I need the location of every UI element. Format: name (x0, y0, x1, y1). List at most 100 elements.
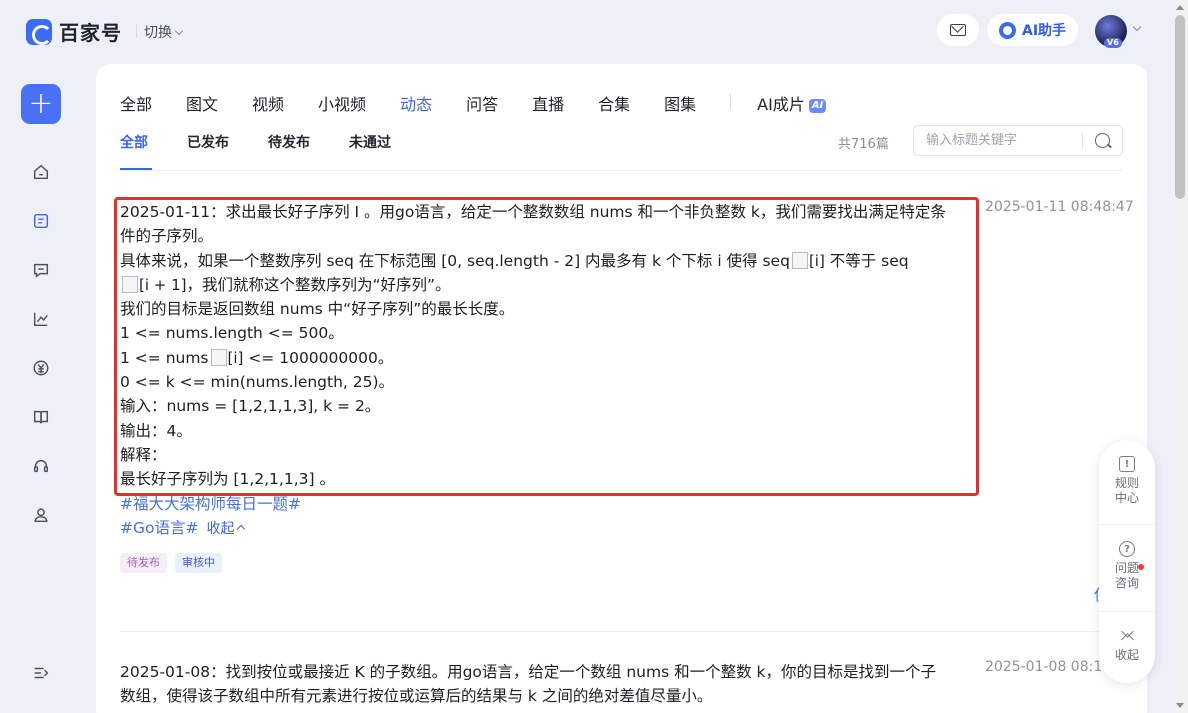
collapse-icon (1120, 628, 1134, 644)
post-line: [i + 1]，我们就称这个整数序列为“好序列”。 (120, 273, 980, 297)
hashtag-link[interactable]: #福大大架构师每日一题# (120, 492, 301, 516)
post-text: 不等于 seq (824, 251, 909, 270)
switch-label: 切换 (144, 25, 172, 41)
post-line: 2025-01-11：求出最长好子序列 I 。用go语言，给定一个整数数组 nu… (120, 203, 946, 221)
post-body[interactable]: 2025-01-08：找到按位或最接近 K 的子数组。用go语言，给定一个数组 … (120, 660, 980, 709)
ai-assistant-icon (999, 21, 1016, 39)
total-count: 共716篇 (838, 137, 889, 152)
tab-ai-video[interactable]: AI成片 AI (757, 91, 827, 115)
post-line: 数组，使得该子数组中所有元素进行按位或运算后的结果与 k 之间的绝对差值尽量小。 (120, 687, 713, 706)
create-button[interactable]: + (21, 84, 61, 124)
analytics-icon[interactable] (31, 309, 51, 329)
headset-icon[interactable] (31, 456, 51, 476)
subtab-all[interactable]: 全部 (120, 132, 152, 170)
tab-video[interactable]: 视频 (252, 91, 284, 115)
chevron-down-icon (174, 26, 184, 35)
post-date: 2025-01-11 08:48:47 (985, 199, 1134, 215)
tab-gallery[interactable]: 图集 (664, 91, 696, 115)
tab-live[interactable]: 直播 (532, 91, 564, 115)
collapse-label: 收起 (206, 521, 235, 537)
notification-dot (1138, 564, 1144, 570)
logo-icon (26, 18, 52, 45)
post-line: 1 <= nums [i] <= 1000000000。 (120, 346, 980, 370)
help-consult-label: 问题咨询 (1114, 561, 1139, 590)
divider (120, 170, 1123, 171)
divider (120, 631, 1123, 632)
post-line: 0 <= k <= min(nums.length, 25)。 (120, 373, 395, 392)
tab-collection[interactable]: 合集 (598, 91, 630, 115)
post-date: 2025-01-08 08:13 (985, 659, 1112, 675)
alert-icon: ! (1119, 456, 1135, 472)
broken-image: [i + 1] (120, 273, 187, 297)
scroll-down-arrow-icon[interactable] (1176, 703, 1184, 708)
post-line: 输入：nums = [1,2,1,1,3], k = 2。 (120, 397, 381, 416)
post-text: ，我们就称这个整数序列为“好序列”。 (186, 275, 451, 294)
collapse-panel-button[interactable]: 收起 (1099, 628, 1155, 663)
post-body[interactable]: 2025-01-11：求出最长好子序列 I 。用go语言，给定一个整数数组 nu… (120, 200, 980, 492)
broken-image: [i] (790, 249, 825, 273)
subtab-published[interactable]: 已发布 (187, 132, 229, 152)
level-badge: V6 (1104, 38, 1122, 48)
collapse-button[interactable]: 收起 (206, 521, 246, 537)
content-card: 全部 图文 视频 小视频 动态 问答 直播 合集 图集 AI成片 AI 全部 已发… (96, 64, 1147, 713)
status-badge: 待发布 (120, 553, 167, 573)
divider (1099, 611, 1155, 612)
scroll-up-arrow-icon[interactable] (1176, 5, 1184, 10)
messages-button[interactable] (937, 14, 979, 46)
search-icon[interactable] (1095, 133, 1110, 148)
chevron-up-icon (237, 524, 246, 534)
collapse-panel-label: 收起 (1114, 648, 1139, 662)
post-text: <= 1000000000。 (243, 348, 394, 367)
top-bar: 百家号 切换 AI助手 V6 (0, 0, 1172, 62)
broken-image: [i] (209, 346, 244, 370)
post-line: 解释： (120, 445, 167, 464)
switch-account-dropdown[interactable]: 切换 (136, 22, 184, 42)
hashtag-link[interactable]: #Go语言# (120, 519, 198, 537)
book-icon[interactable] (31, 407, 51, 427)
ai-assistant-button[interactable]: AI助手 (987, 14, 1078, 46)
subtab-rejected[interactable]: 未通过 (349, 132, 391, 152)
hashtags: #福大大架构师每日一题# #Go语言# 收起 (120, 492, 301, 541)
comments-icon[interactable] (31, 260, 51, 280)
status-subtabs: 全部 已发布 待发布 未通过 (120, 132, 430, 170)
ai-assistant-label: AI助手 (1022, 23, 1067, 39)
search-divider (1082, 132, 1083, 149)
scrollbar-thumb[interactable] (1175, 15, 1185, 199)
rules-center-button[interactable]: ! 规则中心 (1099, 456, 1155, 506)
post-line: 具体来说，如果一个整数序列 seq 在下标范围 [0, seq.length -… (120, 249, 980, 273)
rules-center-label: 规则中心 (1114, 476, 1139, 505)
post-line: 1 <= nums.length <= 500。 (120, 324, 344, 343)
post-line: 件的子序列。 (120, 227, 214, 246)
collapse-sidebar-icon[interactable] (31, 663, 51, 683)
baijiahao-logo[interactable]: 百家号 (26, 17, 122, 46)
home-icon[interactable] (31, 162, 51, 182)
divider (1099, 524, 1155, 525)
status-badge: 审核中 (175, 553, 222, 573)
tab-short-video[interactable]: 小视频 (318, 91, 366, 115)
search-input[interactable] (914, 126, 1082, 155)
scrollbar[interactable] (1172, 0, 1188, 713)
search-box (913, 125, 1123, 156)
income-icon[interactable] (31, 358, 51, 378)
tab-qa[interactable]: 问答 (466, 91, 498, 115)
tab-dynamic[interactable]: 动态 (400, 91, 432, 115)
help-consult-button[interactable]: ? 问题咨询 (1099, 541, 1155, 591)
post-line: 我们的目标是返回数组 nums 中“好子序列”的最长长度。 (120, 300, 515, 319)
tab-article[interactable]: 图文 (186, 91, 218, 115)
content-type-tabs: 全部 图文 视频 小视频 动态 问答 直播 合集 图集 AI成片 AI (120, 91, 860, 115)
subtab-pending[interactable]: 待发布 (268, 132, 310, 152)
floating-help-panel: ! 规则中心 ? 问题咨询 收起 (1099, 440, 1155, 683)
tab-all[interactable]: 全部 (120, 91, 152, 115)
user-icon[interactable] (31, 505, 51, 525)
post-line: 输出：4。 (120, 421, 192, 440)
content-manage-icon[interactable] (31, 211, 51, 231)
post-line: 2025-01-08：找到按位或最接近 K 的子数组。用go语言，给定一个数组 … (120, 663, 937, 681)
mail-icon (950, 24, 966, 36)
post-text: 1 <= nums (120, 348, 209, 367)
logo-text: 百家号 (59, 21, 122, 45)
post-text: 具体来说，如果一个整数序列 seq 在下标范围 [0, seq.length -… (120, 251, 790, 270)
question-icon: ? (1119, 541, 1135, 557)
tab-ai-video-label: AI成片 (757, 95, 805, 114)
ai-chip-icon: AI (808, 99, 827, 113)
chevron-down-icon[interactable] (1132, 22, 1142, 32)
